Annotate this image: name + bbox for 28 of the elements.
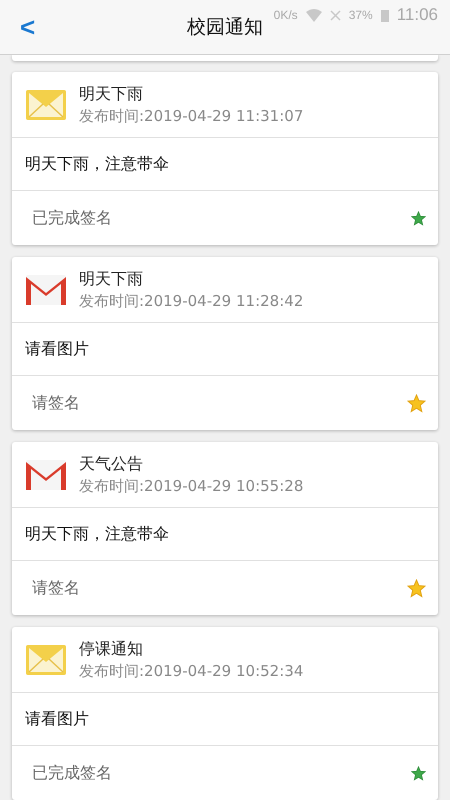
publish-time: 发布时间:2019-04-29 11:31:07 — [79, 106, 304, 126]
notice-title: 天气公告 — [79, 454, 144, 474]
notice-body: 明天下雨，注意带伞 — [25, 154, 169, 174]
battery-level: 37% — [348, 8, 373, 22]
publish-time: 发布时间:2019-04-29 10:52:34 — [79, 662, 304, 680]
notice-body: 请看图片 — [25, 338, 89, 360]
page-title: 校园通知 — [187, 15, 263, 40]
notice-title: 明天下雨 — [79, 84, 144, 104]
sign-status: 请签名 — [32, 392, 80, 414]
notice-title: 停课通知 — [79, 638, 144, 660]
wifi-icon — [306, 8, 322, 22]
notice-card[interactable]: 明天下雨 发布时间:2019-04-29 11:28:42 请看图片 请签名 — [12, 257, 438, 430]
network-speed: 0K/s — [274, 8, 298, 22]
publish-time: 发布时间:2019-04-29 10:55:28 — [79, 476, 304, 496]
notice-card[interactable]: 明天下雨 发布时间:2019-04-29 11:31:07 明天下雨，注意带伞 已完成签名 — [12, 72, 438, 245]
sign-status: 已完成签名 — [32, 762, 112, 784]
notice-card[interactable]: 停课通知 发布时间:2019-04-29 10:52:34 请看图片 已完成签名 — [12, 627, 438, 800]
sign-status: 已完成签名 — [32, 208, 112, 228]
notice-card[interactable]: 天气公告 发布时间:2019-04-29 10:55:28 明天下雨，注意带伞 请签名 — [12, 442, 438, 615]
publish-time: 发布时间:2019-04-29 11:28:42 — [79, 292, 304, 310]
battery-icon — [380, 8, 389, 22]
back-button[interactable]: < — [14, 12, 42, 42]
sign-status: 请签名 — [32, 578, 80, 598]
notice-body: 明天下雨，注意带伞 — [25, 524, 169, 544]
notice-title: 明天下雨 — [79, 268, 144, 290]
clock: 11:06 — [396, 5, 438, 25]
notice-body: 请看图片 — [25, 708, 89, 730]
close-icon — [330, 10, 341, 20]
